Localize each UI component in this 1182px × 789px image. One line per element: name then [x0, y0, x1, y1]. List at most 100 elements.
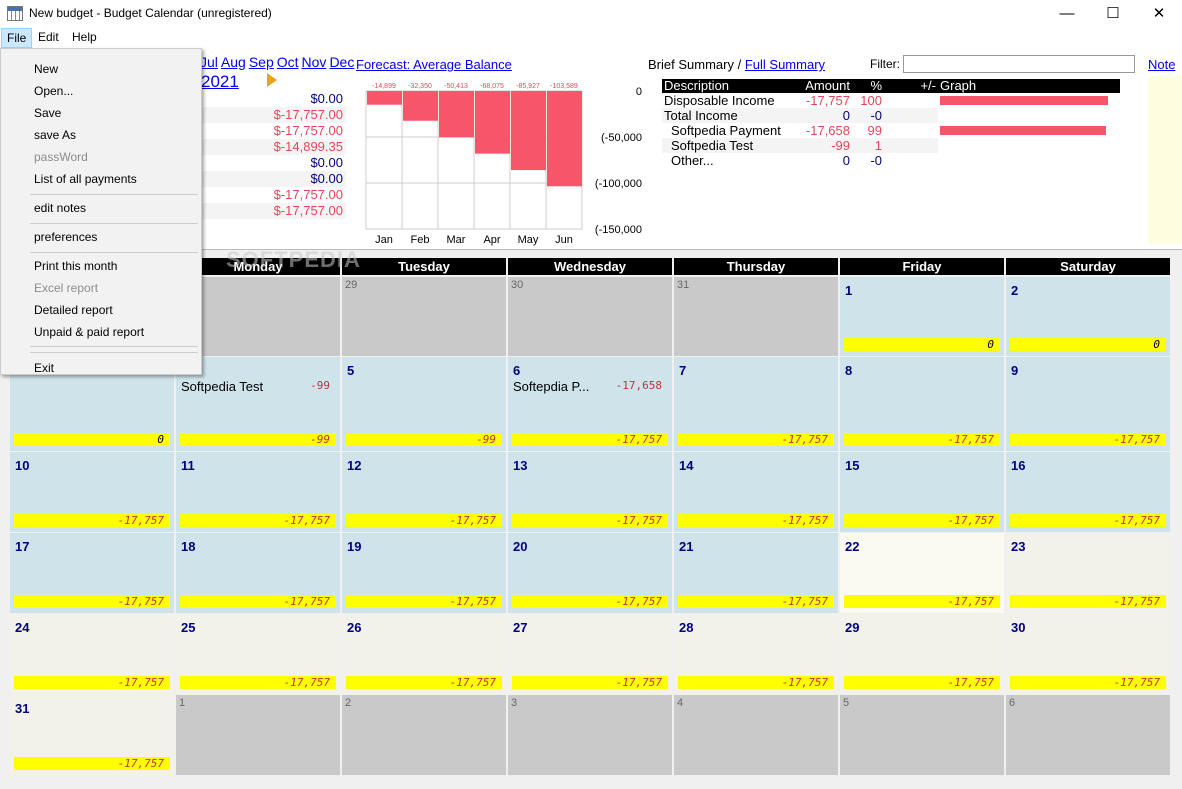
close-button[interactable]: ✕	[1136, 0, 1182, 28]
calendar-day-cell[interactable]: 10 -17,757	[10, 452, 174, 532]
summary-amount: 0	[794, 108, 852, 123]
calendar-day-cell[interactable]: 22 -17,757	[840, 533, 1004, 613]
summary-description: Disposable Income	[664, 93, 775, 108]
day-number: 30	[1011, 620, 1026, 635]
calendar-day-cell[interactable]: 12 -17,757	[342, 452, 506, 532]
summary-percent: -0	[852, 108, 884, 123]
calendar-day-cell[interactable]: 19 -17,757	[342, 533, 506, 613]
month-link-dec[interactable]: Dec	[329, 54, 354, 70]
daily-balance-bar: -17,757	[844, 514, 1000, 527]
calendar-day-cell[interactable]: 4	[674, 695, 838, 775]
day-number: 12	[347, 458, 362, 473]
calendar-day-cell[interactable]: 23 -17,757	[1006, 533, 1170, 613]
menu-edit[interactable]: Edit	[33, 28, 64, 47]
note-link[interactable]: Note	[1148, 57, 1175, 72]
calendar-day-cell[interactable]: 24 -17,757	[10, 614, 174, 694]
calendar-day-cell[interactable]: 29 -17,757	[840, 614, 1004, 694]
menu-item-open[interactable]: Open...	[34, 84, 73, 98]
day-number: 1	[179, 697, 186, 709]
calendar-day-cell[interactable]: 6	[1006, 695, 1170, 775]
menu-item-preferences[interactable]: preferences	[34, 230, 97, 244]
month-link-sep[interactable]: Sep	[249, 54, 274, 70]
calendar-day-cell[interactable]: 28 -17,757	[674, 614, 838, 694]
filter-label: Filter:	[870, 57, 900, 71]
day-number: 13	[513, 458, 528, 473]
calendar-day-cell[interactable]: 2	[342, 695, 506, 775]
calendar-day-cell[interactable]: 17 -17,757	[10, 533, 174, 613]
summary-row[interactable]: Softpedia Payment -17,658 99	[662, 123, 1120, 138]
menu-file[interactable]: File	[1, 28, 33, 48]
menu-item-save-as[interactable]: save As	[34, 128, 76, 142]
menu-item-detailed-report[interactable]: Detailed report	[34, 303, 113, 317]
calendar-day-cell[interactable]: 6 Softepdia P... -17,658 -17,757	[508, 357, 672, 451]
summary-percent: -0	[870, 153, 882, 168]
forecast-link[interactable]: Forecast: Average Balance	[356, 57, 512, 72]
menu-item-new[interactable]: New	[34, 62, 58, 76]
calendar-day-cell[interactable]: 5 -99	[342, 357, 506, 451]
calendar-day-cell[interactable]: 11 -17,757	[176, 452, 340, 532]
note-panel[interactable]	[1148, 76, 1182, 244]
calendar-day-cell[interactable]: 10	[840, 277, 1004, 356]
summary-row[interactable]: Disposable Income -17,757 100	[662, 93, 1120, 108]
summary-row[interactable]: Softpedia Test -99 1	[662, 138, 1120, 153]
calendar-day-cell[interactable]: 18 -17,757	[176, 533, 340, 613]
calendar-day-cell[interactable]: 25 -17,757	[176, 614, 340, 694]
menu-item-list-all-payments[interactable]: List of all payments	[34, 172, 137, 186]
filter-input[interactable]	[903, 55, 1135, 73]
calendar-day-cell[interactable]: 27 -17,757	[508, 614, 672, 694]
full-summary-link[interactable]: Full Summary	[745, 57, 825, 72]
col-change: +/-	[884, 79, 938, 93]
month-link-oct[interactable]: Oct	[277, 54, 299, 70]
calendar-day-cell[interactable]: 5	[840, 695, 1004, 775]
menu-item-exit[interactable]: Exit	[34, 361, 54, 375]
payment-entry[interactable]: Softepdia P... -17,658	[513, 379, 662, 394]
menu-item-print-month[interactable]: Print this month	[34, 259, 117, 273]
calendar-day-cell[interactable]: 15 -17,757	[840, 452, 1004, 532]
month-link-aug[interactable]: Aug	[221, 54, 246, 70]
file-menu-dropdown: New Open... Save save As passWord List of all…	[0, 48, 202, 375]
calendar-day-cell[interactable]: 30 -17,757	[1006, 614, 1170, 694]
summary-amount: -17,658	[805, 123, 850, 138]
calendar-day-cell[interactable]: 7 -17,757	[674, 357, 838, 451]
calendar-day-cell[interactable]: 31	[674, 277, 838, 356]
menu-help[interactable]: Help	[67, 28, 102, 47]
calendar-day-cell[interactable]: 20	[1006, 277, 1170, 356]
day-number: 29	[845, 620, 860, 635]
calendar-day-cell[interactable]: 21 -17,757	[674, 533, 838, 613]
menu-item-password[interactable]: passWord	[34, 150, 88, 164]
month-link-jul[interactable]: Jul	[200, 54, 218, 70]
calendar-day-cell[interactable]: 20 -17,757	[508, 533, 672, 613]
summary-row[interactable]: Other... 0 -0	[662, 153, 1120, 168]
chart-x-tick-label: Feb	[411, 234, 430, 246]
calendar-day-cell[interactable]: 8 -17,757	[840, 357, 1004, 451]
minimize-button[interactable]: —	[1044, 0, 1090, 28]
calendar-day-cell[interactable]: 9 -17,757	[1006, 357, 1170, 451]
watermark-text: SOFTPEDIA	[226, 247, 361, 272]
calendar-day-cell[interactable]: 3	[508, 695, 672, 775]
summary-description: Other...	[671, 153, 714, 168]
daily-balance-bar: -17,757	[678, 676, 834, 689]
calendar-day-cell[interactable]: 31 -17,757	[10, 695, 174, 775]
summary-row[interactable]: Total Income 0 -0	[662, 108, 1120, 123]
calendar-day-cell[interactable]: 1	[176, 695, 340, 775]
balance-value: $-17,757.00	[200, 107, 346, 123]
calendar-day-cell[interactable]: 14 -17,757	[674, 452, 838, 532]
calendar-day-cell[interactable]: 26 -17,757	[342, 614, 506, 694]
menu-item-unpaid-paid-report[interactable]: Unpaid & paid report	[34, 325, 144, 339]
menu-item-save[interactable]: Save	[34, 106, 61, 120]
month-link-nov[interactable]: Nov	[302, 54, 327, 70]
calendar-day-cell[interactable]: 13 -17,757	[508, 452, 672, 532]
calendar-day-cell[interactable]: 29	[342, 277, 506, 356]
maximize-button[interactable]: ☐	[1090, 0, 1136, 28]
calendar-day-cell[interactable]: 16 -17,757	[1006, 452, 1170, 532]
balance-list: $0.00 $-17,757.00 $-17,757.00 $-14,899.35 $0…	[200, 91, 346, 219]
calendar-day-cell[interactable]: 30	[508, 277, 672, 356]
payment-entry[interactable]: Softpedia Test -99	[181, 379, 330, 394]
menu-item-edit-notes[interactable]: edit notes	[34, 201, 86, 215]
chart-x-tick-label: Apr	[483, 234, 500, 246]
chart-data-label: -32,350	[408, 83, 432, 90]
menu-item-excel-report[interactable]: Excel report	[34, 281, 98, 295]
chart-bar	[439, 91, 474, 138]
next-year-arrow-icon[interactable]	[267, 73, 277, 87]
year-link[interactable]: 2021	[201, 72, 239, 92]
